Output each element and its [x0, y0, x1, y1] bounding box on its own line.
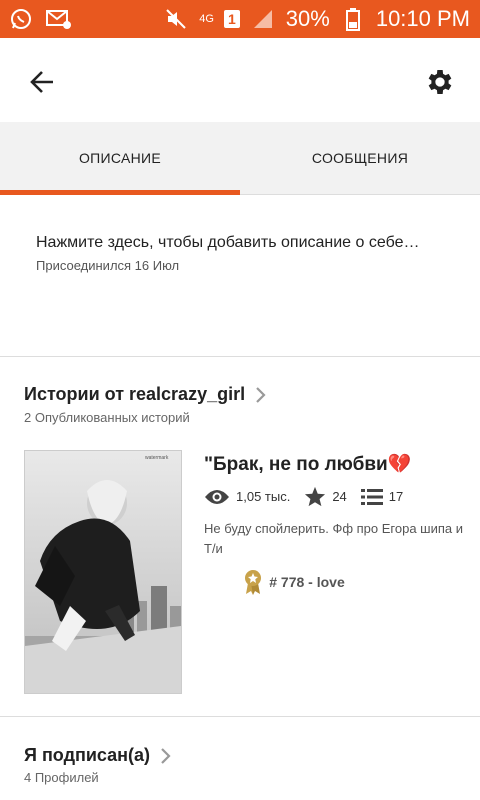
tab-messages-label: СООБЩЕНИЯ: [311, 150, 409, 166]
star-icon: [305, 486, 326, 507]
stories-section-header[interactable]: Истории от realcrazy_girl: [24, 384, 267, 405]
story-details: "Брак, не по любви💔 1,05 тыс. 24 17 Не б…: [204, 452, 474, 595]
settings-button[interactable]: [420, 62, 460, 102]
ranking-badge[interactable]: # 778 - love: [204, 569, 384, 595]
votes-stat: 24: [304, 486, 347, 507]
ranking-text: # 778 - love: [269, 574, 345, 590]
following-section-title: Я подписан(а): [24, 745, 151, 765]
list-icon: [360, 488, 383, 505]
award-ribbon-icon: [245, 570, 262, 595]
joined-date: Присоединился 16 Июл: [36, 258, 180, 273]
divider: [0, 356, 480, 357]
story-stats: 1,05 тыс. 24 17: [204, 486, 474, 507]
clock: 10:10 PM: [375, 6, 470, 31]
stories-count: 2 Опубликованных историй: [24, 410, 190, 425]
eye-icon: [205, 489, 229, 504]
battery-percent: 30%: [285, 6, 330, 31]
svg-text:watermark: watermark: [145, 455, 169, 461]
email-notification-icon: [46, 6, 72, 32]
stories-section-title: Истории от realcrazy_girl: [24, 384, 246, 404]
views-count: 1,05 тыс.: [236, 489, 291, 504]
sim-indicator: 1: [223, 10, 240, 28]
story-description: Не буду спойлерить. Фф про Егора шипа и …: [204, 521, 464, 556]
network-type: 4G: [199, 12, 214, 25]
signal-icon: [250, 6, 276, 32]
battery-icon: [340, 6, 366, 32]
chevron-right-icon: [256, 386, 266, 403]
back-button[interactable]: [22, 62, 62, 102]
arrow-left-icon: [30, 71, 53, 93]
votes-count: 24: [332, 489, 347, 504]
tab-description-label: ОПИСАНИЕ: [78, 150, 162, 166]
profile-tabs: ОПИСАНИЕ СООБЩЕНИЯ: [0, 122, 480, 195]
gear-icon: [428, 70, 452, 94]
status-bar: 4G 1 30% 10:10 PM: [0, 0, 480, 38]
tab-description[interactable]: ОПИСАНИЕ: [0, 122, 240, 195]
toolbar: [0, 38, 480, 122]
story-title[interactable]: "Брак, не по любви💔: [204, 452, 474, 476]
following-count: 4 Профилей: [24, 770, 99, 785]
mute-icon: [163, 6, 189, 32]
whatsapp-icon: [8, 6, 34, 32]
views-stat: 1,05 тыс.: [204, 488, 290, 506]
following-section-header[interactable]: Я подписан(а): [24, 745, 172, 766]
divider: [0, 716, 480, 717]
add-description-prompt[interactable]: Нажмите здесь, чтобы добавить описание о…: [36, 230, 436, 256]
tab-messages[interactable]: СООБЩЕНИЯ: [240, 122, 480, 194]
chevron-right-icon: [161, 747, 171, 764]
story-cover-image[interactable]: watermark: [24, 450, 182, 694]
about-section: Нажмите здесь, чтобы добавить описание о…: [36, 230, 436, 273]
parts-count: 17: [388, 489, 404, 504]
parts-stat: 17: [360, 488, 404, 506]
